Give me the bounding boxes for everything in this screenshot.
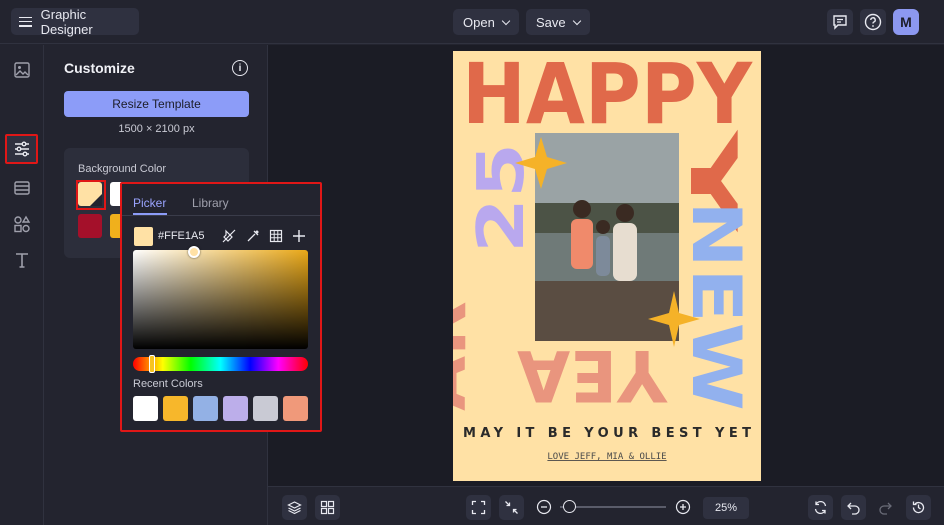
recent-colors-label: Recent Colors bbox=[133, 378, 203, 390]
app-title: Graphic Designer bbox=[40, 6, 93, 37]
bottom-toolbar: 25% bbox=[268, 486, 944, 525]
color-handle[interactable] bbox=[188, 246, 200, 258]
tool-rail bbox=[0, 45, 44, 525]
swatch-red[interactable] bbox=[78, 214, 102, 238]
person-dad bbox=[571, 219, 593, 269]
hue-slider[interactable] bbox=[133, 357, 308, 371]
chevron-down-icon bbox=[572, 16, 581, 25]
help-icon bbox=[864, 13, 882, 31]
open-dropdown[interactable]: Open bbox=[453, 9, 519, 35]
layout-icon[interactable] bbox=[11, 131, 33, 153]
recent-color-salmon[interactable] bbox=[283, 396, 308, 421]
history-button[interactable] bbox=[906, 495, 931, 520]
person-mom-head bbox=[616, 204, 634, 222]
collapse-icon bbox=[505, 501, 518, 514]
layers-icon bbox=[287, 501, 302, 515]
background-color-label: Background Color bbox=[78, 163, 167, 175]
history-icon bbox=[912, 501, 925, 514]
tagline: MAY IT BE YOUR BEST YET bbox=[463, 426, 751, 441]
card-artwork: HAPPY Y NEW 25 AR YEA MAY IT BE YOUR BES… bbox=[453, 51, 755, 462]
picker-tabs: Picker Library bbox=[122, 184, 320, 216]
tab-library[interactable]: Library bbox=[192, 196, 229, 210]
open-label: Open bbox=[463, 14, 495, 30]
zoom-in-icon[interactable] bbox=[675, 499, 691, 515]
info-icon[interactable]: i bbox=[232, 60, 248, 76]
hue-handle[interactable] bbox=[149, 355, 155, 373]
expand-icon bbox=[471, 500, 486, 515]
resize-template-button[interactable]: Resize Template bbox=[64, 91, 249, 117]
photo-sky bbox=[535, 133, 679, 203]
undo-icon bbox=[847, 502, 860, 515]
person-mom bbox=[613, 223, 637, 281]
design-card[interactable]: HAPPY Y NEW 25 AR YEA MAY IT BE YOUR BES… bbox=[453, 51, 761, 481]
comments-button[interactable] bbox=[827, 9, 853, 35]
photo-rock bbox=[535, 281, 679, 341]
zoom-level[interactable]: 25% bbox=[703, 497, 749, 519]
color-picker-popover: Picker Library #FFE1A5 Recent Colors bbox=[120, 182, 322, 432]
word-yea: YEA bbox=[517, 334, 668, 416]
recent-color-white[interactable] bbox=[133, 396, 158, 421]
person-child-head bbox=[596, 220, 610, 234]
word-ar: AR bbox=[453, 301, 480, 411]
swatch-selection-highlight bbox=[76, 180, 106, 210]
app-menu-button[interactable]: Graphic Designer bbox=[11, 6, 139, 37]
saturation-value-field[interactable] bbox=[133, 250, 308, 349]
redo-icon bbox=[879, 502, 892, 515]
refresh-button[interactable] bbox=[808, 495, 833, 520]
recent-color-gold[interactable] bbox=[163, 396, 188, 421]
word-happy: HAPPY bbox=[462, 51, 753, 143]
chat-icon bbox=[833, 15, 847, 30]
eyedropper-icon[interactable] bbox=[243, 226, 263, 246]
menu-icon bbox=[19, 16, 32, 27]
zoom-slider-handle[interactable] bbox=[563, 500, 576, 513]
layers-button[interactable] bbox=[282, 495, 307, 520]
person-child bbox=[596, 236, 610, 276]
zoom-out-icon[interactable] bbox=[536, 499, 552, 515]
recent-color-blue[interactable] bbox=[193, 396, 218, 421]
panel-title: Customize bbox=[64, 60, 135, 76]
tab-underline bbox=[133, 213, 167, 215]
hex-input[interactable]: #FFE1A5 bbox=[158, 230, 204, 242]
tab-picker[interactable]: Picker bbox=[133, 196, 166, 210]
chevron-down-icon bbox=[501, 16, 511, 25]
grid-view-icon bbox=[320, 500, 335, 515]
no-color-icon[interactable] bbox=[219, 226, 239, 246]
template-dimensions: 1500 × 2100 px bbox=[118, 123, 195, 135]
image-icon[interactable] bbox=[11, 59, 33, 81]
layout-icon[interactable] bbox=[11, 177, 33, 199]
fit-screen-button[interactable] bbox=[466, 495, 491, 520]
grid-icon[interactable] bbox=[266, 226, 286, 246]
save-label: Save bbox=[536, 14, 566, 30]
pages-button[interactable] bbox=[315, 495, 340, 520]
refresh-icon bbox=[814, 500, 827, 515]
shrink-button[interactable] bbox=[499, 495, 524, 520]
undo-button[interactable] bbox=[841, 495, 866, 520]
help-button[interactable] bbox=[860, 9, 886, 35]
shapes-icon[interactable] bbox=[11, 213, 33, 235]
text-icon[interactable] bbox=[11, 249, 33, 271]
add-color-icon[interactable] bbox=[289, 226, 309, 246]
save-dropdown[interactable]: Save bbox=[526, 9, 590, 35]
top-bar: Graphic Designer Open Save M bbox=[0, 0, 944, 44]
redo-button[interactable] bbox=[873, 495, 898, 520]
word-new: NEW bbox=[676, 201, 755, 411]
current-color-swatch bbox=[134, 227, 153, 246]
signature: LOVE JEFF, MIA & OLLIE bbox=[547, 452, 666, 462]
recent-color-lilac[interactable] bbox=[223, 396, 248, 421]
avatar[interactable]: M bbox=[893, 9, 919, 35]
recent-color-gray[interactable] bbox=[253, 396, 278, 421]
person-dad-head bbox=[573, 200, 591, 218]
